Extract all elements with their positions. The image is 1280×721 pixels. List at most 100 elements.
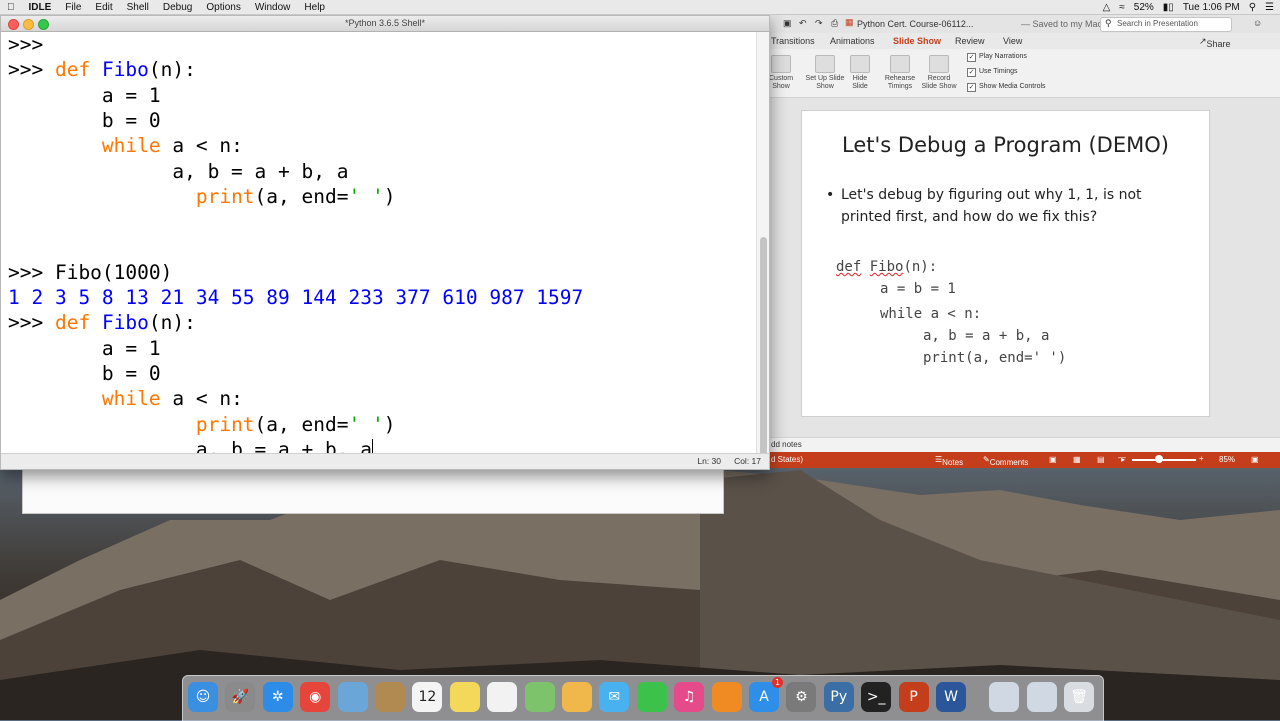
zoom-slider-track[interactable] xyxy=(1132,459,1196,461)
trash-icon[interactable]: 🗑 xyxy=(1064,682,1095,712)
slide-sorter-icon[interactable]: ▦ xyxy=(1073,455,1081,464)
shell-line: a = 1 xyxy=(8,83,161,108)
comments-toggle[interactable]: ✎ Comments xyxy=(983,455,1028,467)
custom-show-button[interactable]: Custom Show xyxy=(769,55,793,91)
record-slide-show-button[interactable]: Record Slide Show xyxy=(919,55,959,91)
slide-bullet-text: Let's debug by figuring out why 1, 1, is… xyxy=(841,187,1142,225)
calendar-icon[interactable]: 12 xyxy=(412,682,443,712)
shell-text-area[interactable]: >>> >>> def Fibo(n): a = 1 b = 0 while a … xyxy=(8,32,755,453)
redo-icon[interactable]: ↷ xyxy=(815,18,823,29)
itunes-icon[interactable]: ♫ xyxy=(674,682,705,712)
zoom-out-icon[interactable]: — xyxy=(1118,453,1126,462)
safari-icon[interactable]: ✲ xyxy=(262,682,293,712)
chrome-icon[interactable]: ◉ xyxy=(300,682,331,712)
wifi-icon[interactable]: ≈ xyxy=(1119,2,1125,13)
notes-toggle[interactable]: ☰ Notes xyxy=(935,455,963,467)
idle-window-title: *Python 3.6.5 Shell* xyxy=(344,18,426,28)
tab-slide-show[interactable]: Slide Show xyxy=(893,36,941,46)
code-token: a < n: xyxy=(160,134,243,158)
reading-view-icon[interactable]: ▤ xyxy=(1097,455,1105,464)
minimize-button[interactable] xyxy=(23,19,34,30)
python-icon[interactable]: Py xyxy=(823,682,854,712)
language-status[interactable]: d States) xyxy=(771,455,803,464)
save-icon[interactable]: ▣ xyxy=(783,18,792,29)
builtin-print: print xyxy=(195,412,255,436)
menu-help[interactable]: Help xyxy=(297,2,332,13)
keyword-def: def xyxy=(54,58,91,82)
share-label: Share xyxy=(1206,39,1231,49)
ppt-document-title: Python Cert. Course-06112... xyxy=(857,19,974,29)
zoom-button[interactable] xyxy=(38,19,49,30)
menu-edit[interactable]: Edit xyxy=(88,2,119,13)
launchpad-icon[interactable]: 🚀 xyxy=(225,682,256,712)
shell-line: b = 0 xyxy=(8,361,161,386)
zoom-slider-handle[interactable] xyxy=(1155,455,1163,463)
hide-slide-label: Hide Slide xyxy=(852,75,868,90)
notes-icon[interactable] xyxy=(449,682,480,712)
preview-icon[interactable] xyxy=(337,682,368,712)
maps-icon[interactable] xyxy=(524,682,555,712)
keyword-while: while xyxy=(101,134,161,158)
downloads-icon[interactable] xyxy=(1026,682,1057,712)
tab-review[interactable]: Review xyxy=(955,36,985,46)
zoom-in-icon[interactable]: + xyxy=(1199,454,1204,463)
prompt: >>> xyxy=(8,311,55,335)
play-narrations-checkbox[interactable]: ✓ Play Narrations xyxy=(967,53,1027,62)
menu-options[interactable]: Options xyxy=(199,2,247,13)
rehearse-timings-button[interactable]: Rehearse Timings xyxy=(882,55,918,91)
tab-view[interactable]: View xyxy=(1003,36,1022,46)
tab-animations[interactable]: Animations xyxy=(830,36,875,46)
battery-percent[interactable]: 52% xyxy=(1134,2,1154,13)
facetime-icon[interactable] xyxy=(636,682,667,712)
shell-command: >>> Fibo(1000) xyxy=(8,260,173,284)
shell-line: 1 2 3 5 8 13 21 34 55 89 144 233 377 610… xyxy=(8,285,583,310)
slide[interactable]: Let's Debug a Program (DEMO) • Let's deb… xyxy=(801,110,1210,417)
vertical-scrollbar[interactable] xyxy=(756,32,769,467)
notification-center-icon[interactable]: ☰ xyxy=(1265,2,1274,13)
powerpoint-icon[interactable]: P xyxy=(898,682,929,712)
tab-transitions[interactable]: Transitions xyxy=(771,36,815,46)
menu-file[interactable]: File xyxy=(58,2,88,13)
spotlight-icon[interactable]: ⚲ xyxy=(1249,2,1256,13)
close-button[interactable] xyxy=(8,19,19,30)
custom-show-icon xyxy=(771,55,791,73)
line-number-status: Ln: 30 xyxy=(697,456,721,466)
word-icon[interactable]: W xyxy=(936,682,966,712)
finder-icon[interactable]: ☺ xyxy=(188,682,218,712)
use-timings-checkbox[interactable]: ✓ Use Timings xyxy=(967,68,1018,77)
menu-shell[interactable]: Shell xyxy=(120,2,156,13)
terminal-icon[interactable]: >_ xyxy=(861,682,892,712)
contacts-icon[interactable] xyxy=(375,682,405,712)
menu-debug[interactable]: Debug xyxy=(156,2,199,13)
zoom-level[interactable]: 85% xyxy=(1219,455,1235,464)
print-icon[interactable]: ⎙ xyxy=(831,18,838,29)
function-name: Fibo xyxy=(101,58,149,82)
app-menu[interactable]: IDLE xyxy=(22,2,59,13)
photos-icon[interactable] xyxy=(562,682,592,712)
notes-pane[interactable]: dd notes xyxy=(769,437,1280,452)
show-media-controls-checkbox[interactable]: ✓ Show Media Controls xyxy=(967,83,1046,92)
messages-icon[interactable]: ✉ xyxy=(599,682,630,712)
battery-icon: ▮▯ xyxy=(1162,1,1174,13)
slide-bullet: • Let's debug by figuring out why 1, 1, … xyxy=(826,184,1176,228)
menu-window[interactable]: Window xyxy=(248,2,298,13)
airplay-icon[interactable]: △ xyxy=(1103,2,1111,13)
menu-bar:  IDLE File Edit Shell Debug Options Win… xyxy=(0,0,1280,15)
appstore-icon[interactable]: A1 xyxy=(749,677,783,712)
shell-line: b = 0 xyxy=(8,108,161,133)
apple-menu-icon[interactable]:  xyxy=(0,2,22,13)
set-up-slide-show-button[interactable]: Set Up Slide Show xyxy=(805,55,845,91)
reminders-icon[interactable] xyxy=(487,682,518,712)
system-preferences-icon[interactable]: ⚙ xyxy=(786,682,817,712)
scrollbar-thumb[interactable] xyxy=(760,237,767,467)
fit-to-window-icon[interactable]: ▣ xyxy=(1251,455,1259,464)
clock[interactable]: Tue 1:06 PM xyxy=(1183,2,1240,13)
share-button[interactable]: ↗ Share xyxy=(1199,36,1231,49)
ppt-search-box[interactable]: ⚲ Search in Presentation xyxy=(1100,17,1232,32)
smiley-feedback-icon[interactable]: ☺ xyxy=(1253,18,1262,28)
undo-icon[interactable]: ↶ xyxy=(799,18,807,29)
hide-slide-button[interactable]: Hide Slide xyxy=(849,55,871,91)
ibooks-icon[interactable] xyxy=(711,682,742,712)
normal-view-icon[interactable]: ▣ xyxy=(1049,455,1057,464)
finder-folder-icon[interactable] xyxy=(989,682,1020,712)
